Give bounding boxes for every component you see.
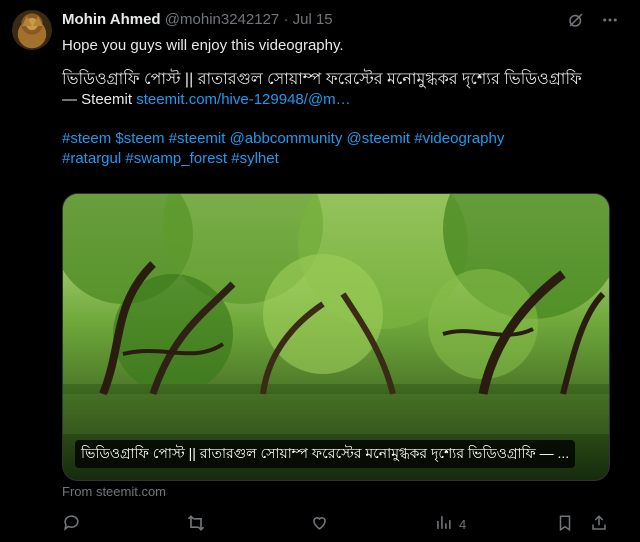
source-prefix: — Steemit	[62, 91, 137, 108]
action-bar: 4	[62, 512, 622, 536]
repost-icon	[186, 513, 206, 536]
tweet-bengali-title: ভিডিওগ্রাফি পোস্ট || রাতারগুল সোয়াম্প ফ…	[62, 71, 582, 88]
author-handle[interactable]: @mohin3242127	[165, 11, 279, 28]
share-button[interactable]	[590, 512, 608, 536]
reply-icon	[62, 513, 81, 535]
top-actions	[566, 10, 620, 30]
more-icon[interactable]	[600, 10, 620, 30]
card-image	[63, 194, 609, 480]
views-icon	[434, 513, 453, 535]
card-source[interactable]: From steemit.com	[62, 484, 166, 499]
views-button[interactable]: 4	[434, 512, 466, 536]
tweet-header: Mohin Ahmed @mohin3242127 · Jul 15	[62, 11, 333, 28]
share-icon	[590, 514, 608, 535]
author-name[interactable]: Mohin Ahmed	[62, 11, 161, 28]
avatar-ear	[22, 16, 32, 26]
like-button[interactable]	[310, 512, 329, 536]
tweet-date[interactable]: Jul 15	[293, 11, 333, 28]
grok-icon[interactable]	[566, 10, 586, 30]
card-caption: ভিডিওগ্রাফি পোস্ট || রাতারগুল সোয়াম্প ফ…	[75, 440, 576, 468]
tweet-link[interactable]: steemit.com/hive-129948/@m…	[136, 91, 350, 108]
tweet-line: Hope you guys will enjoy this videograph…	[62, 37, 344, 54]
repost-button[interactable]	[186, 512, 206, 536]
link-card[interactable]: ভিডিওগ্রাফি পোস্ট || রাতারগুল সোয়াম্প ফ…	[62, 193, 610, 481]
tweet-text: Hope you guys will enjoy this videograph…	[62, 36, 622, 169]
tweet-hashtags[interactable]: #steem $steem #steemit @abbcommunity @st…	[62, 129, 622, 149]
avatar-ear	[33, 16, 43, 26]
views-count: 4	[459, 516, 467, 532]
reply-button[interactable]	[62, 512, 81, 536]
tweet-hashtags[interactable]: #ratargul #swamp_forest #sylhet	[62, 149, 622, 169]
bookmark-button[interactable]	[556, 512, 574, 536]
like-icon	[310, 513, 329, 535]
bookmark-icon	[556, 514, 574, 535]
avatar[interactable]	[12, 10, 52, 50]
separator-dot: ·	[283, 11, 289, 28]
